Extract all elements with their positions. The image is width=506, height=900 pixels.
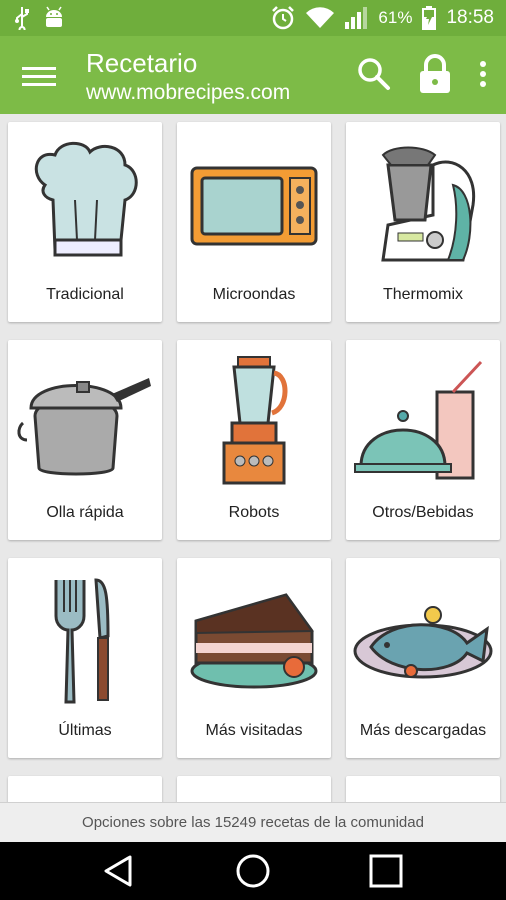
thermomix-icon	[381, 146, 476, 262]
cloche-drink-icon	[354, 360, 483, 480]
category-card-otros-bebidas[interactable]: Otros/Bebidas	[346, 340, 500, 540]
usb-icon	[15, 7, 29, 30]
footer-info[interactable]: Opciones sobre las 15249 recetas de la c…	[0, 802, 506, 843]
cake-slice-icon	[190, 593, 318, 689]
category-label: Olla rápida	[46, 504, 124, 521]
search-icon[interactable]	[356, 56, 392, 92]
category-label: Robots	[228, 504, 280, 521]
category-card-microondas[interactable]: Microondas	[177, 122, 331, 322]
android-icon	[46, 6, 62, 27]
chef-hat-icon	[34, 141, 138, 257]
category-label: Tradicional	[46, 286, 124, 303]
app-subtitle: www.mobrecipes.com	[86, 81, 291, 104]
category-label: Más descargadas	[359, 722, 487, 739]
wifi-icon	[306, 7, 335, 29]
category-card-mas-visitadas[interactable]: Más visitadas	[177, 558, 331, 758]
category-label: Más visitadas	[205, 722, 303, 739]
battery-percent: 61%	[378, 8, 413, 27]
fish-plate-icon	[353, 606, 493, 679]
more-vert-icon[interactable]	[478, 60, 488, 88]
blender-robot-icon	[222, 356, 288, 485]
microwave-icon	[190, 166, 318, 246]
category-label: Otros/Bebidas	[372, 504, 474, 521]
recents-icon[interactable]	[366, 854, 406, 888]
category-card-mas-descargadas[interactable]: Más descargadas	[346, 558, 500, 758]
category-label: Microondas	[212, 286, 296, 303]
category-card-robots[interactable]: Robots	[177, 340, 331, 540]
back-icon[interactable]	[100, 854, 140, 888]
category-label: Últimas	[58, 722, 112, 739]
signal-icon	[345, 7, 368, 29]
app-bar: Recetario www.mobrecipes.com	[0, 36, 506, 114]
home-icon[interactable]	[233, 854, 273, 888]
menu-icon[interactable]	[22, 62, 56, 88]
category-card-olla-rapida[interactable]: Olla rápida	[8, 340, 162, 540]
app-title: Recetario	[86, 48, 198, 78]
alarm-icon	[272, 6, 295, 30]
system-nav-bar	[0, 842, 506, 900]
category-card-thermomix[interactable]: Thermomix	[346, 122, 500, 322]
battery-icon	[422, 6, 437, 30]
category-card-tradicional[interactable]: Tradicional	[8, 122, 162, 322]
clock: 18:58	[446, 7, 494, 28]
status-bar: 61% 18:58	[0, 0, 506, 36]
fork-knife-icon	[54, 578, 110, 704]
lock-icon[interactable]	[418, 54, 452, 94]
category-card-ultimas[interactable]: Últimas	[8, 558, 162, 758]
category-label: Thermomix	[382, 286, 463, 303]
pressure-cooker-icon	[17, 378, 151, 476]
